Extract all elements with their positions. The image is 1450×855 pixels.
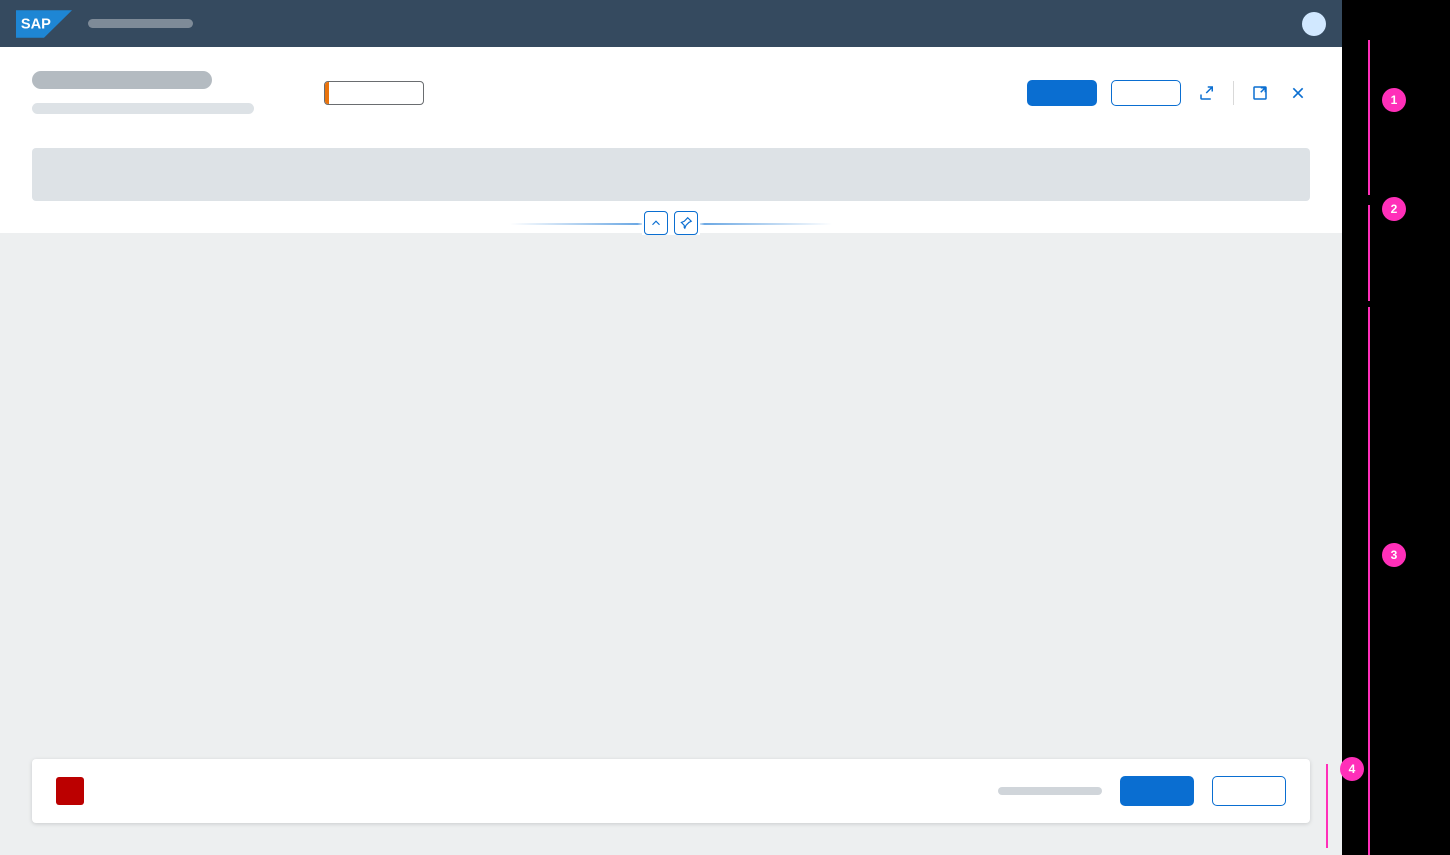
app-inner: SAP <box>0 0 1342 855</box>
collapse-controls <box>642 211 700 235</box>
footer-right <box>998 776 1286 806</box>
header-primary-button[interactable] <box>1027 80 1097 106</box>
shell-left: SAP <box>16 10 193 38</box>
sap-logo: SAP <box>16 10 72 38</box>
avatar[interactable] <box>1302 12 1326 36</box>
annotation-dot: 2 <box>1382 197 1406 221</box>
page-header <box>0 47 1342 213</box>
chevron-up-icon <box>649 216 663 230</box>
share-icon[interactable] <box>1195 81 1219 105</box>
svg-text:SAP: SAP <box>21 16 51 32</box>
shell-bar: SAP <box>0 0 1342 47</box>
footer-draft-placeholder <box>998 787 1102 795</box>
title-row <box>32 71 424 114</box>
annotation-dot: 4 <box>1340 757 1364 781</box>
footer-secondary-button[interactable] <box>1212 776 1286 806</box>
separator <box>1233 81 1234 105</box>
annotation-dot: 3 <box>1382 543 1406 567</box>
annotation-dot: 1 <box>1382 88 1406 112</box>
close-icon[interactable] <box>1286 81 1310 105</box>
page-title-placeholder <box>32 71 212 89</box>
below-shell <box>0 47 1342 855</box>
root: SAP <box>0 0 1450 855</box>
title-stack <box>32 71 254 114</box>
annotation-line <box>1326 764 1328 848</box>
footer-primary-button[interactable] <box>1120 776 1194 806</box>
annotation-column: 1 2 3 4 <box>1342 0 1450 855</box>
footer-bar <box>32 759 1310 823</box>
annotation-line <box>1368 307 1370 855</box>
pin-header-button[interactable] <box>674 211 698 235</box>
collapse-separator <box>0 213 1342 233</box>
footer-left <box>56 777 84 805</box>
collapse-header-button[interactable] <box>644 211 668 235</box>
shell-title-placeholder <box>88 19 193 28</box>
pin-icon <box>679 216 693 230</box>
header-actions <box>1027 80 1310 106</box>
annotation-line <box>1368 205 1370 301</box>
app-frame: SAP <box>0 0 1342 855</box>
status-chip <box>324 81 424 105</box>
fullscreen-icon[interactable] <box>1248 81 1272 105</box>
header-top <box>32 71 1310 114</box>
header-secondary-button[interactable] <box>1111 80 1181 106</box>
annotation-line <box>1368 40 1370 195</box>
page-subtitle-placeholder <box>32 103 254 114</box>
object-header-strip <box>32 148 1310 201</box>
error-indicator[interactable] <box>56 777 84 805</box>
